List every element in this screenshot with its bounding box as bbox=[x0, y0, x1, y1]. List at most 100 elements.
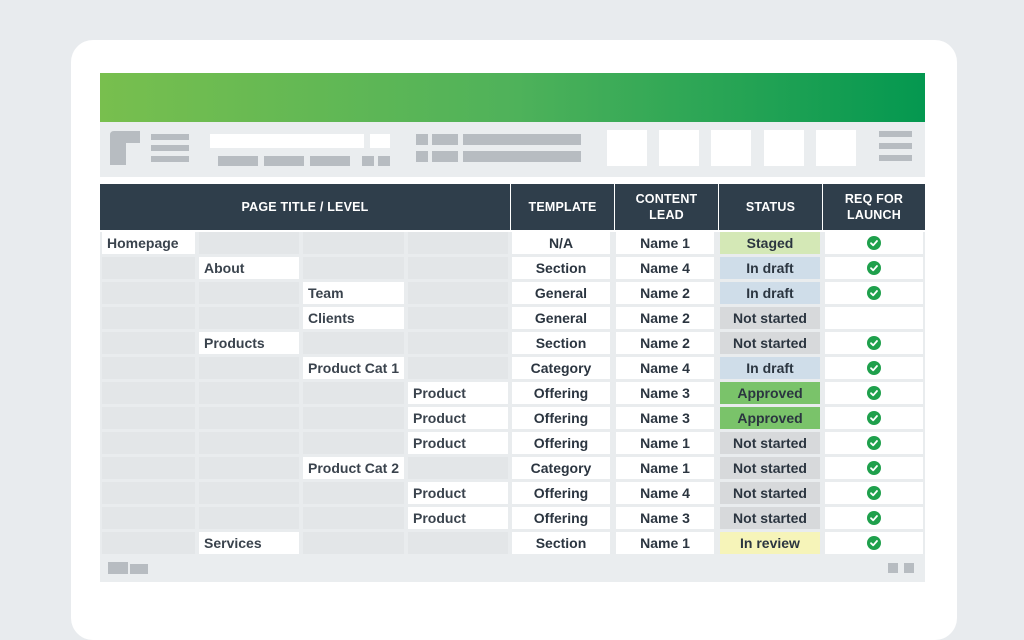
status-badge[interactable]: Not started bbox=[720, 332, 820, 354]
status-badge[interactable]: In draft bbox=[720, 282, 820, 304]
template-cell[interactable]: General bbox=[512, 307, 610, 329]
content-lead-cell[interactable]: Name 1 bbox=[616, 432, 714, 454]
content-lead-cell[interactable]: Name 4 bbox=[616, 357, 714, 379]
content-lead-cell[interactable]: Name 3 bbox=[616, 507, 714, 529]
toolbar-chip[interactable] bbox=[416, 134, 428, 145]
table-row[interactable]: About Section Name 4 In draft bbox=[100, 257, 925, 279]
nav-link[interactable] bbox=[310, 156, 350, 166]
status-badge[interactable]: Staged bbox=[720, 232, 820, 254]
toolbar-button[interactable] bbox=[659, 130, 699, 166]
req-for-launch-cell[interactable] bbox=[825, 407, 923, 429]
footer-chip[interactable] bbox=[904, 563, 914, 573]
req-for-launch-cell[interactable] bbox=[825, 457, 923, 479]
table-row[interactable]: Product Cat 2 Category Name 1 Not started bbox=[100, 457, 925, 479]
search-input[interactable] bbox=[210, 134, 364, 148]
table-row[interactable]: Product Offering Name 3 Approved bbox=[100, 382, 925, 404]
req-for-launch-cell[interactable] bbox=[825, 432, 923, 454]
table-row[interactable]: Product Offering Name 3 Approved bbox=[100, 407, 925, 429]
template-cell[interactable]: Offering bbox=[512, 507, 610, 529]
req-for-launch-cell[interactable] bbox=[825, 257, 923, 279]
table-row[interactable]: Product Offering Name 4 Not started bbox=[100, 482, 925, 504]
toolbar-button[interactable] bbox=[764, 130, 804, 166]
req-for-launch-cell[interactable] bbox=[825, 532, 923, 554]
status-badge[interactable]: Not started bbox=[720, 482, 820, 504]
content-lead-cell[interactable]: Name 4 bbox=[616, 257, 714, 279]
page-title-cell[interactable]: Product Cat 1 bbox=[303, 357, 404, 379]
hamburger-menu-icon[interactable] bbox=[879, 131, 913, 163]
table-row[interactable]: Product Offering Name 3 Not started bbox=[100, 507, 925, 529]
req-for-launch-cell[interactable] bbox=[825, 232, 923, 254]
table-row[interactable]: Products Section Name 2 Not started bbox=[100, 332, 925, 354]
toolbar-chip[interactable] bbox=[416, 151, 428, 162]
page-title-cell[interactable]: Product bbox=[408, 432, 508, 454]
header-template[interactable]: TEMPLATE bbox=[510, 184, 614, 230]
page-title-cell[interactable]: Products bbox=[199, 332, 299, 354]
template-cell[interactable]: Offering bbox=[512, 382, 610, 404]
page-title-cell[interactable]: Homepage bbox=[102, 232, 195, 254]
page-title-cell[interactable]: Product bbox=[408, 507, 508, 529]
page-title-cell[interactable]: Services bbox=[199, 532, 299, 554]
status-badge[interactable]: Approved bbox=[720, 382, 820, 404]
template-cell[interactable]: Offering bbox=[512, 407, 610, 429]
template-cell[interactable]: Section bbox=[512, 257, 610, 279]
status-badge[interactable]: In review bbox=[720, 532, 820, 554]
req-for-launch-cell[interactable] bbox=[825, 282, 923, 304]
page-title-cell[interactable]: About bbox=[199, 257, 299, 279]
toolbar-button[interactable] bbox=[711, 130, 751, 166]
toolbar-chip[interactable] bbox=[432, 134, 458, 145]
status-badge[interactable]: Not started bbox=[720, 457, 820, 479]
template-cell[interactable]: Offering bbox=[512, 432, 610, 454]
header-status[interactable]: STATUS bbox=[718, 184, 822, 230]
page-title-cell[interactable]: Product bbox=[408, 407, 508, 429]
template-cell[interactable]: Category bbox=[512, 457, 610, 479]
footer-chip[interactable] bbox=[888, 563, 898, 573]
nav-link[interactable] bbox=[264, 156, 304, 166]
status-badge[interactable]: In draft bbox=[720, 257, 820, 279]
content-lead-cell[interactable]: Name 3 bbox=[616, 407, 714, 429]
table-row[interactable]: Services Section Name 1 In review bbox=[100, 532, 925, 554]
content-lead-cell[interactable]: Name 2 bbox=[616, 332, 714, 354]
req-for-launch-cell[interactable] bbox=[825, 307, 923, 329]
template-cell[interactable]: Section bbox=[512, 532, 610, 554]
table-row[interactable]: Product Cat 1 Category Name 4 In draft bbox=[100, 357, 925, 379]
req-for-launch-cell[interactable] bbox=[825, 332, 923, 354]
page-title-cell[interactable]: Product bbox=[408, 382, 508, 404]
content-lead-cell[interactable]: Name 1 bbox=[616, 532, 714, 554]
status-badge[interactable]: Not started bbox=[720, 432, 820, 454]
content-lead-cell[interactable]: Name 1 bbox=[616, 457, 714, 479]
toolbar-button[interactable] bbox=[816, 130, 856, 166]
table-row[interactable]: Team General Name 2 In draft bbox=[100, 282, 925, 304]
template-cell[interactable]: Category bbox=[512, 357, 610, 379]
page-title-cell[interactable]: Clients bbox=[303, 307, 404, 329]
nav-link[interactable] bbox=[218, 156, 258, 166]
table-row[interactable]: Product Offering Name 1 Not started bbox=[100, 432, 925, 454]
template-cell[interactable]: Section bbox=[512, 332, 610, 354]
header-req-for-launch[interactable]: REQ FOR LAUNCH bbox=[822, 184, 925, 230]
status-badge[interactable]: Not started bbox=[720, 307, 820, 329]
req-for-launch-cell[interactable] bbox=[825, 382, 923, 404]
toolbar-bar[interactable] bbox=[463, 134, 581, 145]
table-row[interactable]: Clients General Name 2 Not started bbox=[100, 307, 925, 329]
nav-link[interactable] bbox=[378, 156, 390, 166]
content-lead-cell[interactable]: Name 3 bbox=[616, 382, 714, 404]
content-lead-cell[interactable]: Name 1 bbox=[616, 232, 714, 254]
toolbar-chip[interactable] bbox=[432, 151, 458, 162]
req-for-launch-cell[interactable] bbox=[825, 507, 923, 529]
content-lead-cell[interactable]: Name 2 bbox=[616, 307, 714, 329]
status-badge[interactable]: Not started bbox=[720, 507, 820, 529]
template-cell[interactable]: Offering bbox=[512, 482, 610, 504]
template-cell[interactable]: N/A bbox=[512, 232, 610, 254]
header-content-lead[interactable]: CONTENT LEAD bbox=[614, 184, 718, 230]
table-row[interactable]: Homepage N/A Name 1 Staged bbox=[100, 232, 925, 254]
template-cell[interactable]: General bbox=[512, 282, 610, 304]
page-title-cell[interactable]: Product bbox=[408, 482, 508, 504]
page-title-cell[interactable]: Team bbox=[303, 282, 404, 304]
search-button[interactable] bbox=[370, 134, 390, 148]
folder-icon[interactable] bbox=[108, 562, 128, 574]
req-for-launch-cell[interactable] bbox=[825, 357, 923, 379]
toolbar-bar[interactable] bbox=[463, 151, 581, 162]
status-badge[interactable]: Approved bbox=[720, 407, 820, 429]
toolbar-button[interactable] bbox=[607, 130, 647, 166]
nav-link[interactable] bbox=[362, 156, 374, 166]
content-lead-cell[interactable]: Name 2 bbox=[616, 282, 714, 304]
